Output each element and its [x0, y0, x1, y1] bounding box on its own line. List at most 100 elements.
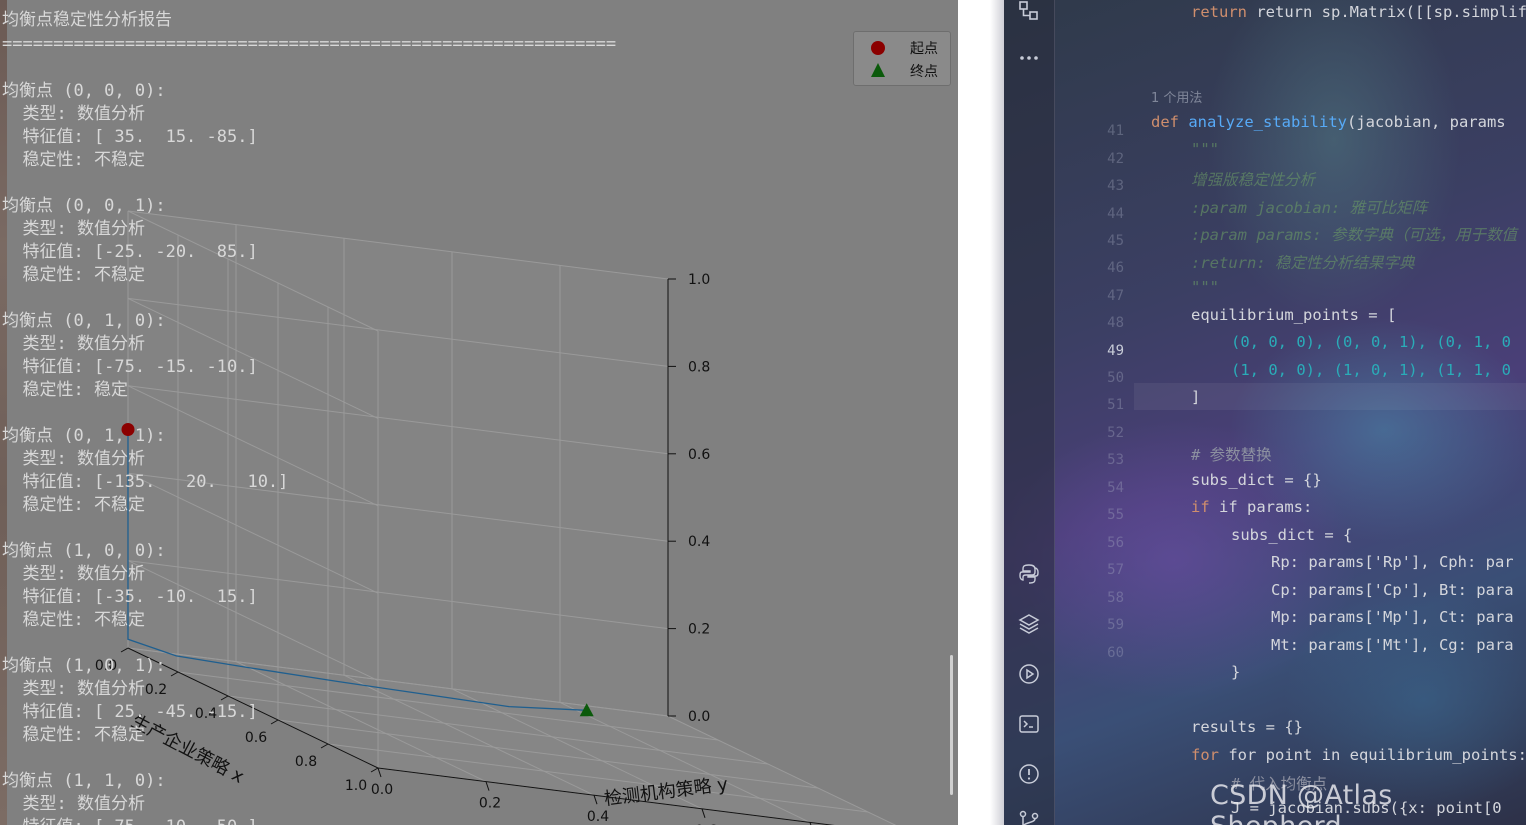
line-number[interactable]: 52	[1084, 425, 1124, 441]
line-number[interactable]: 49	[1084, 343, 1124, 359]
usage-hint[interactable]: 1 个用法	[1151, 87, 1202, 106]
line-number[interactable]: 41	[1084, 123, 1124, 139]
legend-label-start: 起点	[910, 41, 938, 57]
git-icon[interactable]	[1017, 808, 1041, 825]
code-line-def[interactable]: def analyze_stability(jacobian, params	[1151, 113, 1506, 131]
code-line-subs-open[interactable]: subs_dict = {	[1231, 526, 1352, 544]
console-line: 稳定性: 不稳定	[2, 150, 145, 170]
run-icon[interactable]	[1017, 662, 1041, 686]
code-line-eq-row2[interactable]: (1, 0, 0), (1, 0, 1), (1, 1, 0	[1231, 361, 1511, 379]
console-line: 类型: 数值分析	[2, 794, 145, 814]
code-line-subs-close[interactable]: }	[1231, 663, 1240, 681]
function-name: analyze_stability	[1188, 113, 1347, 131]
code-line-if[interactable]: if if params:	[1191, 498, 1312, 516]
console-line: 特征值: [-75. -10. 50.]	[2, 816, 257, 825]
end-marker-icon	[871, 63, 885, 77]
legend: 起点 终点	[853, 31, 951, 86]
docstring-param-jacobian[interactable]: :param jacobian: 雅可比矩阵	[1191, 196, 1427, 218]
line-number[interactable]: 55	[1084, 507, 1124, 523]
console-line: ========================================…	[2, 34, 617, 54]
console-line: 特征值: [ 25. -45. -15.]	[2, 702, 258, 722]
code-line-for[interactable]: for for point in equilibrium_points:	[1191, 746, 1526, 764]
console-output: 均衡点稳定性分析报告 ==============================…	[2, 0, 762, 825]
console-line: 特征值: [-25. -20. 85.]	[2, 242, 258, 262]
line-number[interactable]: 60	[1084, 645, 1124, 661]
console-line: 稳定性: 稳定	[2, 380, 128, 400]
console-line: 均衡点 (1, 0, 1):	[2, 656, 166, 676]
code-line-eq-close[interactable]: ]	[1191, 388, 1200, 406]
console-line: 类型: 数值分析	[2, 219, 145, 239]
console-line: 类型: 数值分析	[2, 679, 145, 699]
docstring-title[interactable]: 增强版稳定性分析	[1191, 168, 1315, 190]
console-line: 类型: 数值分析	[2, 104, 145, 124]
code-text: return sp.Matrix([[sp.simplify(sp.	[1256, 3, 1526, 21]
legend-label-end: 终点	[910, 64, 938, 80]
console-line: 均衡点 (1, 1, 0):	[2, 771, 166, 791]
plot-window: 0.00.20.40.60.81.00.00.20.40.60.81.00.00…	[0, 0, 958, 825]
code-text: for point in equilibrium_points:	[1228, 746, 1526, 764]
line-number[interactable]: 43	[1084, 178, 1124, 194]
code-line-subs-init[interactable]: subs_dict = {}	[1191, 471, 1322, 489]
line-number[interactable]: 46	[1084, 260, 1124, 276]
docstring-param-params[interactable]: :param params: 参数字典（可选，用于数值	[1191, 223, 1517, 245]
code-comment-subs[interactable]: # 参数替换	[1191, 443, 1272, 465]
python-console-icon[interactable]	[1017, 562, 1041, 586]
line-number[interactable]: 45	[1084, 233, 1124, 249]
line-number[interactable]: 44	[1084, 206, 1124, 222]
line-number[interactable]: 42	[1084, 151, 1124, 167]
legend-item-end: 终点	[854, 59, 950, 81]
console-line: 稳定性: 不稳定	[2, 495, 145, 515]
watermark: CSDN @Atlas Shepherd	[1210, 780, 1393, 825]
code-line-results[interactable]: results = {}	[1191, 718, 1303, 736]
code-line[interactable]: return return sp.Matrix([[sp.simplify(sp…	[1191, 3, 1526, 21]
scrollbar[interactable]	[950, 655, 953, 795]
docstring-open[interactable]: """	[1191, 140, 1219, 158]
code-line-equilibrium[interactable]: equilibrium_points = [	[1191, 306, 1396, 324]
line-number[interactable]: 57	[1084, 562, 1124, 578]
line-number-gutter: 41 42 43 44 45 46 47 48 49 50 51 52 53 54 55 56 57 58 59 60	[1054, 0, 1134, 825]
line-number[interactable]: 58	[1084, 590, 1124, 606]
console-line: 特征值: [-35. -10. 15.]	[2, 587, 258, 607]
line-number[interactable]: 53	[1084, 452, 1124, 468]
structure-icon[interactable]	[1017, 0, 1041, 24]
console-line: 稳定性: 不稳定	[2, 265, 145, 285]
console-separator: ========================================…	[2, 0, 616, 8]
line-number[interactable]: 50	[1084, 370, 1124, 386]
code-line-subs-cp[interactable]: Cp: params['Cp'], Bt: para	[1271, 581, 1514, 599]
console-line: 均衡点 (0, 0, 1):	[2, 196, 166, 216]
code-line-subs-mt[interactable]: Mt: params['Mt'], Cg: para	[1271, 636, 1514, 654]
legend-item-start: 起点	[854, 36, 950, 58]
code-line-eq-row1[interactable]: (0, 0, 0), (0, 0, 1), (0, 1, 0	[1231, 333, 1511, 351]
code-line-subs-rp[interactable]: Rp: params['Rp'], Cph: par	[1271, 553, 1514, 571]
console-line: 类型: 数值分析	[2, 449, 145, 469]
line-number[interactable]: 54	[1084, 480, 1124, 496]
line-number[interactable]: 48	[1084, 315, 1124, 331]
console-line: 类型: 数值分析	[2, 564, 145, 584]
function-args: (jacobian, params	[1346, 113, 1506, 131]
layers-icon[interactable]	[1017, 612, 1041, 636]
code-token: return	[1191, 3, 1257, 21]
console-line: 特征值: [-135. 20. 10.]	[2, 472, 289, 492]
keyword-def: def	[1151, 113, 1179, 131]
docstring-return[interactable]: :return: 稳定性分析结果字典	[1191, 251, 1415, 273]
console-line: 均衡点 (0, 0, 0):	[2, 81, 166, 101]
window-shadow	[990, 0, 1004, 825]
tool-window-bar	[1004, 0, 1055, 825]
line-number[interactable]: 56	[1084, 535, 1124, 551]
terminal-icon[interactable]	[1017, 712, 1041, 736]
more-icon[interactable]	[1017, 46, 1041, 70]
console-line: 均衡点 (0, 1, 1):	[2, 426, 166, 446]
code-line-subs-mp[interactable]: Mp: params['Mp'], Ct: para	[1271, 608, 1514, 626]
line-number[interactable]: 51	[1084, 397, 1124, 413]
line-number[interactable]: 47	[1084, 288, 1124, 304]
docstring-close[interactable]: """	[1191, 278, 1219, 296]
console-line: 特征值: [ 35. 15. -85.]	[2, 127, 258, 147]
code-text: if params:	[1219, 498, 1313, 516]
console-title: 均衡点稳定性分析报告	[2, 10, 172, 30]
problems-icon[interactable]	[1017, 762, 1041, 786]
console-line: 均衡点 (0, 1, 0):	[2, 311, 166, 331]
code-editor: 41 42 43 44 45 46 47 48 49 50 51 52 53 54 55 56 57 58 59 60…	[1004, 0, 1526, 825]
console-line: 稳定性: 不稳定	[2, 610, 145, 630]
line-number[interactable]: 59	[1084, 617, 1124, 633]
console-line: 类型: 数值分析	[2, 334, 145, 354]
